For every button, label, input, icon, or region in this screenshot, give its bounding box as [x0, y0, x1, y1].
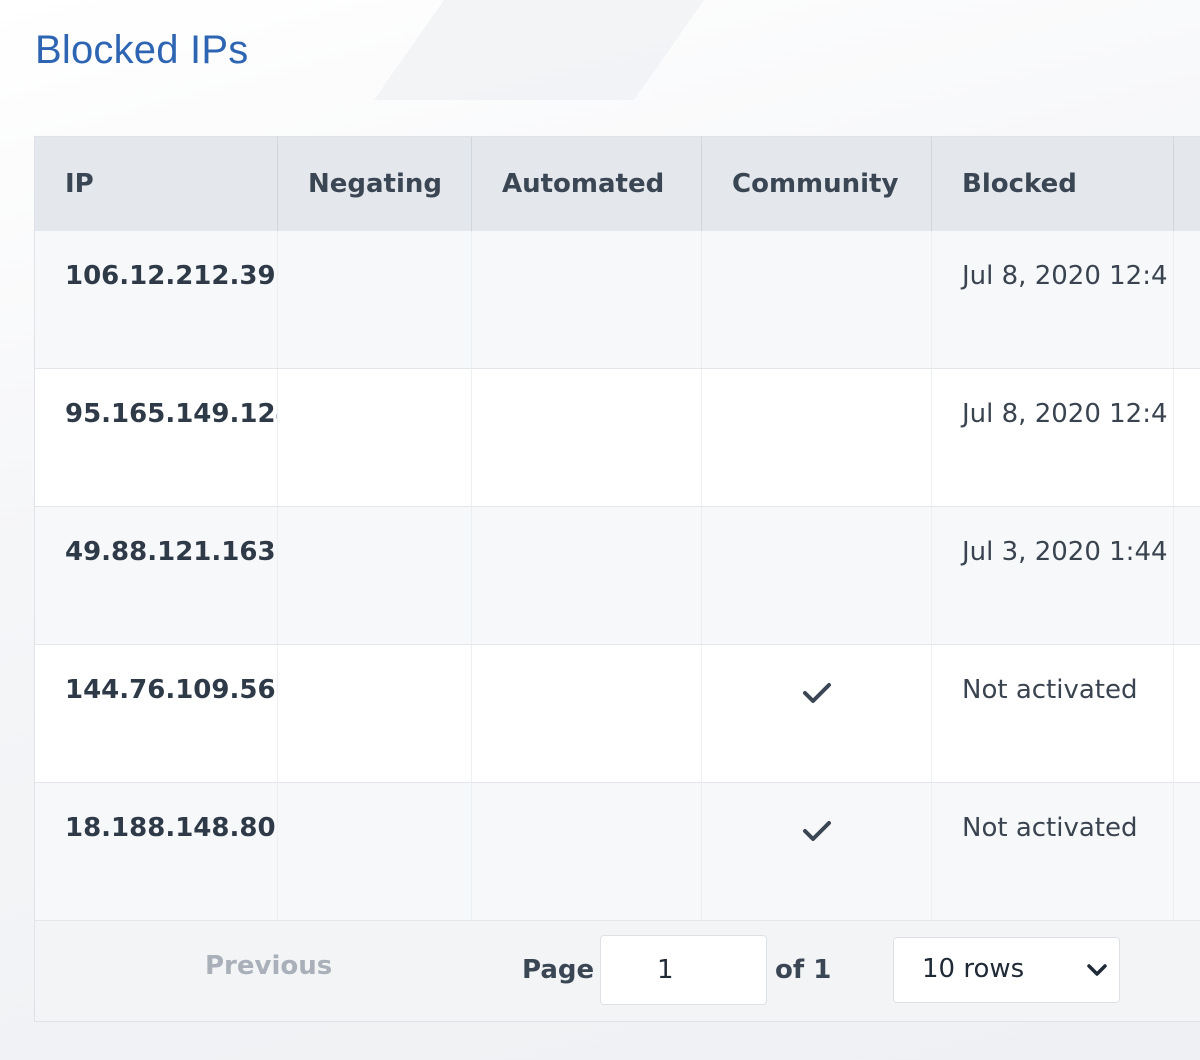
table-row: 144.76.109.56 Not activated — [35, 645, 1200, 783]
negating-cell — [278, 645, 472, 782]
rows-per-page-value: 10 rows — [922, 954, 1025, 984]
blocked-cell: Jul 3, 2020 1:44 — [932, 507, 1174, 644]
blocked-cell: Jul 8, 2020 12:4 — [932, 231, 1174, 368]
extra-cell — [1174, 645, 1200, 782]
negating-cell — [278, 369, 472, 506]
table-row: 49.88.121.163 Jul 3, 2020 1:44 — [35, 507, 1200, 645]
negating-cell — [278, 231, 472, 368]
column-header-automated[interactable]: Automated — [472, 137, 702, 231]
column-header-community[interactable]: Community — [702, 137, 932, 231]
check-icon — [803, 683, 831, 703]
automated-cell — [472, 783, 702, 920]
automated-cell — [472, 369, 702, 506]
blocked-ips-table: IP Negating Automated Community Blocked … — [34, 136, 1200, 1022]
automated-cell — [472, 507, 702, 644]
rows-per-page-select[interactable]: 10 rows — [893, 937, 1120, 1003]
automated-cell — [472, 231, 702, 368]
table-row: 95.165.149.124 Jul 8, 2020 12:4 — [35, 369, 1200, 507]
page-count-label: of 1 — [775, 955, 832, 985]
blocked-cell: Not activated — [932, 783, 1174, 920]
page-title: Blocked IPs — [35, 28, 249, 72]
ip-cell: 95.165.149.124 — [35, 369, 278, 506]
table-row: 18.188.148.80 Not activated — [35, 783, 1200, 921]
community-cell — [702, 645, 932, 782]
page-number-input[interactable] — [600, 935, 767, 1005]
ip-cell: 49.88.121.163 — [35, 507, 278, 644]
extra-cell — [1174, 369, 1200, 506]
ip-cell: 18.188.148.80 — [35, 783, 278, 920]
negating-cell — [278, 783, 472, 920]
negating-cell — [278, 507, 472, 644]
column-header-blocked[interactable]: Blocked — [932, 137, 1174, 231]
ip-cell: 106.12.212.39 — [35, 231, 278, 368]
community-cell — [702, 783, 932, 920]
table-row: 106.12.212.39 Jul 8, 2020 12:4 — [35, 231, 1200, 369]
column-header-ip[interactable]: IP — [35, 137, 278, 231]
community-cell — [702, 507, 932, 644]
chevron-down-icon — [1087, 964, 1107, 976]
table-header: IP Negating Automated Community Blocked — [35, 137, 1200, 232]
automated-cell — [472, 645, 702, 782]
column-header-negating[interactable]: Negating — [278, 137, 472, 231]
extra-cell — [1174, 231, 1200, 368]
blocked-cell: Not activated — [932, 645, 1174, 782]
page-label: Page — [522, 955, 595, 985]
community-cell — [702, 231, 932, 368]
ip-cell: 144.76.109.56 — [35, 645, 278, 782]
column-header-extra[interactable] — [1174, 137, 1200, 231]
community-cell — [702, 369, 932, 506]
blocked-cell: Jul 8, 2020 12:4 — [932, 369, 1174, 506]
check-icon — [803, 821, 831, 841]
extra-cell — [1174, 507, 1200, 644]
extra-cell — [1174, 783, 1200, 920]
pagination-bar: Previous Page of 1 10 rows — [35, 921, 1200, 1021]
previous-button[interactable]: Previous — [205, 951, 332, 981]
